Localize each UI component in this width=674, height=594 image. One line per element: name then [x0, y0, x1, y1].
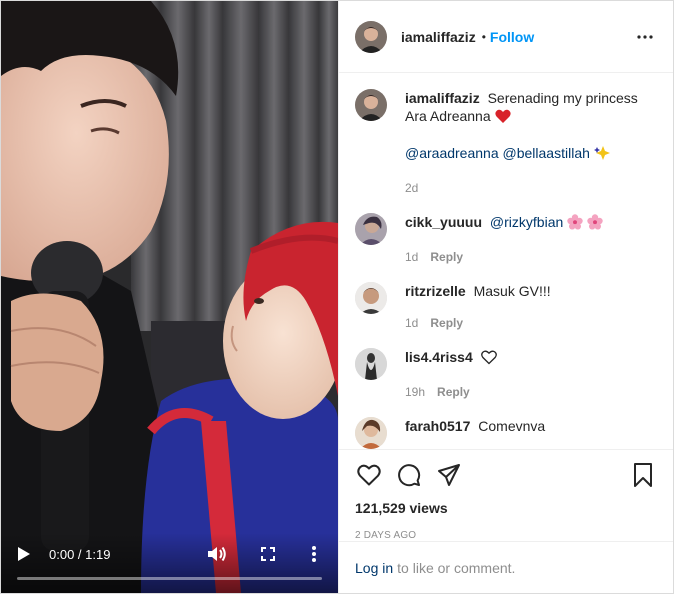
comment-body: farah0517 Comevnva: [405, 417, 657, 449]
commenter-avatar[interactable]: [355, 417, 387, 449]
action-icons: [355, 450, 657, 500]
author-avatar[interactable]: [355, 20, 387, 53]
comment-button[interactable]: [395, 461, 423, 489]
more-horizontal-icon: [637, 34, 653, 39]
time-separator: /: [74, 547, 86, 562]
save-button[interactable]: [629, 461, 657, 489]
play-icon: [18, 547, 30, 561]
fullscreen-button[interactable]: [257, 543, 279, 565]
comment-mention[interactable]: @rizkyfbian: [490, 214, 563, 230]
commenter-avatar[interactable]: [355, 348, 387, 380]
bookmark-icon: [634, 463, 652, 487]
comment-meta: 1d Reply: [405, 314, 657, 332]
comment-age[interactable]: 1d: [405, 248, 418, 266]
mention-link[interactable]: @araadreanna: [405, 145, 499, 161]
video-more-button[interactable]: [304, 543, 324, 565]
login-suffix: to like or comment.: [397, 559, 516, 576]
post-options-button[interactable]: [633, 25, 657, 49]
white-heart-icon: [480, 350, 497, 369]
comment-age[interactable]: 19h: [405, 383, 425, 401]
comment-item: cikk_yuuuu @rizkyfbian 1d Reply: [355, 213, 657, 266]
post-age[interactable]: 2 DAYS AGO: [355, 530, 657, 541]
progress-bar[interactable]: [17, 577, 322, 580]
caption-avatar[interactable]: [355, 89, 387, 121]
fullscreen-icon: [261, 547, 275, 561]
comment-meta: 1d Reply: [405, 248, 657, 266]
volume-icon: [208, 546, 226, 562]
caption-meta: 2d: [405, 179, 657, 197]
comment-username[interactable]: cikk_yuuuu: [405, 214, 482, 230]
cherry-blossom-icon: [587, 214, 603, 234]
comment-username[interactable]: ritzrizelle: [405, 283, 466, 299]
volume-button[interactable]: [206, 543, 228, 565]
caption-tags: @araadreanna @bellaastillah: [405, 144, 657, 165]
current-time: 0:00: [49, 547, 75, 562]
view-count[interactable]: 121,529 views: [355, 500, 657, 516]
comment-text: Masuk GV!!!: [473, 283, 551, 299]
comments-list[interactable]: iamaliffaziz Serenading my princess Ara …: [339, 73, 673, 449]
login-prompt: Log in to like or comment.: [339, 541, 673, 593]
video-frame: [1, 1, 338, 593]
mention-link[interactable]: @bellaastillah: [503, 145, 590, 161]
caption-body: iamaliffaziz Serenading my princess Ara …: [405, 89, 657, 197]
follow-button[interactable]: Follow: [490, 29, 534, 45]
header-separator: •: [481, 29, 486, 44]
video-time: 0:00 / 1:19: [49, 547, 110, 562]
more-vertical-icon: [312, 546, 316, 562]
caption-age[interactable]: 2d: [405, 179, 418, 197]
caption-username[interactable]: iamaliffaziz: [405, 90, 480, 106]
comment-text: Comevnva: [478, 418, 546, 434]
red-heart-icon: [494, 109, 511, 128]
comment-username[interactable]: lis4.4riss4: [405, 349, 473, 365]
sparkle-icon: [593, 145, 612, 165]
comment-item: ritzrizelle Masuk GV!!! 1d Reply: [355, 282, 657, 332]
side-panel: iamaliffaziz • Follow iamaliffaziz Seren…: [338, 1, 673, 593]
like-button[interactable]: [355, 461, 383, 489]
video-controls: 0:00 / 1:19: [1, 533, 338, 593]
video-player[interactable]: 0:00 / 1:19: [1, 1, 338, 593]
commenter-avatar[interactable]: [355, 282, 387, 314]
login-link[interactable]: Log in: [355, 560, 393, 576]
comment-body: ritzrizelle Masuk GV!!! 1d Reply: [405, 282, 657, 332]
caption: iamaliffaziz Serenading my princess Ara …: [355, 89, 657, 197]
comment-body: lis4.4riss4 19h Reply: [405, 348, 657, 401]
comment-item: lis4.4riss4 19h Reply: [355, 348, 657, 401]
comment-item: farah0517 Comevnva: [355, 417, 657, 449]
author-username[interactable]: iamaliffaziz: [401, 29, 476, 45]
share-icon: [438, 464, 460, 486]
post-header: iamaliffaziz • Follow: [339, 1, 673, 73]
comment-username[interactable]: farah0517: [405, 418, 470, 434]
comment-icon: [398, 464, 421, 487]
reply-button[interactable]: Reply: [430, 314, 463, 332]
comment-age[interactable]: 1d: [405, 314, 418, 332]
play-button[interactable]: [13, 543, 35, 565]
reply-button[interactable]: Reply: [430, 248, 463, 266]
comment-body: cikk_yuuuu @rizkyfbian 1d Reply: [405, 213, 657, 266]
duration: 1:19: [85, 547, 111, 562]
post-actions: 121,529 views 2 DAYS AGO: [339, 449, 673, 541]
share-button[interactable]: [435, 461, 463, 489]
comment-meta: 19h Reply: [405, 383, 657, 401]
commenter-avatar[interactable]: [355, 213, 387, 245]
heart-icon: [357, 464, 381, 486]
post-container: 0:00 / 1:19 iamaliffaziz • Follow iamali…: [0, 0, 674, 594]
reply-button[interactable]: Reply: [437, 383, 470, 401]
cherry-blossom-icon: [567, 214, 583, 234]
